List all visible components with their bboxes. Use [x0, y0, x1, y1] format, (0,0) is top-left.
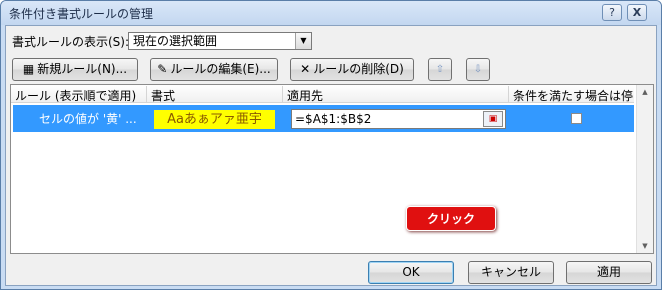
scroll-down-icon[interactable]: ▼	[637, 239, 653, 253]
applies-to-value: =$A$1:$B$2	[295, 112, 372, 126]
format-preview: Aaあぁアァ亜宇	[154, 110, 275, 129]
new-rule-icon: ▦	[22, 62, 35, 76]
dialog-title: 条件付き書式ルールの管理	[9, 7, 154, 21]
edit-rule-icon: ✎	[157, 62, 168, 76]
grid-header: ルール (表示順で適用) 書式 適用先 条件を満たす場合は停止	[11, 85, 634, 120]
ok-button[interactable]: OK	[368, 261, 454, 284]
edit-rule-button[interactable]: ✎ ルールの編集(E)...	[150, 58, 278, 81]
new-rule-button[interactable]: ▦ 新規ルール(N)...	[12, 58, 138, 81]
scope-dropdown[interactable]: 現在の選択範囲 ▼	[128, 32, 312, 50]
new-rule-label: 新規ルール(N)...	[37, 62, 128, 76]
scroll-up-icon[interactable]: ▲	[637, 85, 653, 99]
apply-label: 適用	[596, 265, 621, 279]
chevron-down-icon[interactable]: ▼	[295, 33, 311, 49]
vertical-scrollbar[interactable]: ▲ ▼	[636, 85, 653, 253]
edit-rule-label: ルールの編集(E)...	[170, 62, 271, 76]
dialog-window: 条件付き書式ルールの管理 ? X 書式ルールの表示(S): 現在の選択範囲 ▼ …	[0, 0, 662, 290]
rules-grid: ルール (表示順で適用) 書式 適用先 条件を満たす場合は停止 セルの値が '黄…	[10, 84, 654, 254]
arrow-up-icon: ⇧	[435, 64, 445, 75]
scope-label: 書式ルールの表示(S):	[12, 35, 130, 49]
column-divider[interactable]	[282, 86, 283, 102]
column-divider[interactable]	[146, 86, 147, 102]
column-header-applies-to: 適用先	[287, 89, 324, 103]
delete-rule-label: ルールの削除(D)	[313, 62, 404, 76]
column-header-rule: ルール (表示順で適用)	[15, 89, 137, 103]
arrow-down-icon: ⇩	[473, 64, 483, 75]
column-divider[interactable]	[508, 86, 509, 102]
close-button[interactable]: X	[627, 4, 647, 21]
move-down-button[interactable]: ⇩	[466, 58, 490, 81]
delete-rule-button[interactable]: ✕ ルールの削除(D)	[290, 58, 414, 81]
cancel-button[interactable]: キャンセル	[468, 261, 554, 284]
range-picker-icon[interactable]: ▣	[483, 111, 503, 127]
dialog-body: 書式ルールの表示(S): 現在の選択範囲 ▼ ▦ 新規ルール(N)... ✎ ルール…	[5, 25, 657, 286]
click-annotation: クリック	[406, 206, 496, 231]
title-bar: 条件付き書式ルールの管理 ? X	[1, 1, 661, 25]
scope-value: 現在の選択範囲	[133, 34, 218, 48]
apply-button[interactable]: 適用	[566, 261, 652, 284]
delete-icon: ✕	[300, 62, 311, 76]
ok-label: OK	[402, 265, 420, 279]
help-button[interactable]: ?	[602, 4, 622, 21]
column-header-format: 書式	[151, 89, 176, 103]
applies-to-field[interactable]: =$A$1:$B$2 ▣	[291, 109, 506, 129]
stop-if-true-checkbox[interactable]	[571, 113, 582, 124]
rule-description: セルの値が '黄' ...	[39, 112, 137, 126]
table-row[interactable]: セルの値が '黄' ... Aaあぁアァ亜宇 =$A$1:$B$2 ▣	[13, 105, 634, 132]
cancel-label: キャンセル	[480, 265, 541, 279]
move-up-button[interactable]: ⇧	[428, 58, 452, 81]
